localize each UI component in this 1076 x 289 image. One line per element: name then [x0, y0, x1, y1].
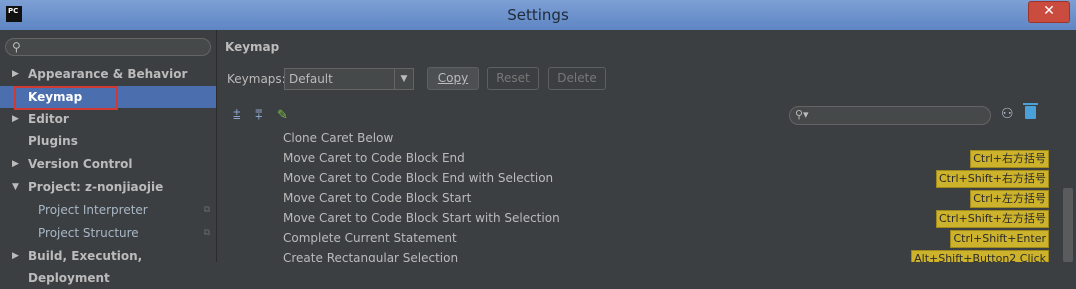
chevron-down-icon: ▼	[394, 69, 413, 89]
expand-all-icon[interactable]: ⩲	[233, 108, 241, 123]
list-item[interactable]: Move Caret to Code Block Start with Sele…	[227, 208, 1051, 228]
reset-button[interactable]: Reset	[487, 67, 539, 90]
shortcut-badge: Alt+Shift+Button2 Click	[911, 250, 1049, 262]
project-scope-icon: ⧉	[203, 228, 210, 238]
shortcut-badge: Ctrl+左方括号	[970, 190, 1049, 208]
sidebar-item-plugins[interactable]: Plugins	[0, 130, 216, 152]
list-item[interactable]: Clone Caret Below	[227, 128, 1051, 148]
keymap-filter-input[interactable]: ⚲▾	[789, 106, 991, 125]
sidebar-item-label: Appearance & Behavior	[28, 67, 188, 81]
find-by-shortcut-icon[interactable]: ⚇	[1001, 106, 1014, 122]
sidebar-item-label: Build, Execution, Deployment	[28, 249, 143, 285]
copy-button-label: Copy	[437, 71, 469, 85]
sidebar-item-build[interactable]: ▶ Build, Execution, Deployment	[0, 245, 216, 285]
trash-icon[interactable]	[1023, 103, 1038, 119]
collapse-arrow-icon: ▼	[12, 182, 19, 192]
close-button[interactable]: ✕	[1028, 1, 1070, 23]
sidebar-item-label: Version Control	[28, 157, 133, 171]
sidebar-item-project[interactable]: ▼ Project: z-nonjiaojie	[0, 176, 216, 198]
list-item[interactable]: Move Caret to Code Block Start Ctrl+左方括号	[227, 188, 1051, 208]
action-list: Clone Caret Below Move Caret to Code Blo…	[227, 128, 1051, 262]
delete-button[interactable]: Delete	[548, 67, 606, 90]
collapse-all-icon[interactable]: ⩱	[255, 108, 263, 123]
keymaps-label: Keymaps:	[227, 72, 286, 86]
selection-highlight-outline	[14, 86, 118, 110]
sidebar-item-label: Plugins	[28, 134, 78, 148]
action-name: Complete Current Statement	[283, 231, 457, 245]
expand-arrow-icon: ▶	[12, 114, 19, 124]
keymap-panel: Keymap Keymaps: Default ▼ Copy Reset Del…	[217, 30, 1076, 262]
search-icon: ⚲	[12, 40, 21, 54]
list-item[interactable]: Move Caret to Code Block End Ctrl+右方括号	[227, 148, 1051, 168]
expand-arrow-icon: ▶	[12, 251, 19, 261]
copy-button[interactable]: Copy	[427, 67, 479, 90]
action-name: Move Caret to Code Block Start with Sele…	[283, 211, 560, 225]
search-icon: ⚲▾	[795, 108, 809, 121]
action-name: Move Caret to Code Block Start	[283, 191, 472, 205]
reset-button-label: Reset	[496, 71, 530, 85]
sidebar-item-project-interpreter[interactable]: Project Interpreter ⧉	[0, 199, 216, 221]
shortcut-badge: Ctrl+右方括号	[970, 150, 1049, 168]
sidebar-item-editor[interactable]: ▶ Editor	[0, 108, 216, 130]
keymap-select[interactable]: Default ▼	[284, 68, 414, 90]
expand-arrow-icon: ▶	[12, 69, 19, 79]
window-title: Settings	[507, 6, 569, 24]
shortcut-badge: Ctrl+Shift+左方括号	[935, 210, 1049, 228]
page-title: Keymap	[225, 40, 280, 54]
sidebar-item-label: Project Interpreter	[38, 203, 148, 217]
expand-arrow-icon: ▶	[12, 159, 19, 169]
sidebar-item-label: Project Structure	[38, 226, 139, 240]
edit-icon[interactable]: ✎	[277, 108, 288, 123]
list-item[interactable]: Move Caret to Code Block End with Select…	[227, 168, 1051, 188]
settings-search-input[interactable]: ⚲	[5, 38, 211, 56]
action-name: Move Caret to Code Block End	[283, 151, 465, 165]
action-name: Create Rectangular Selection	[283, 251, 459, 262]
action-name: Clone Caret Below	[283, 131, 394, 145]
delete-button-label: Delete	[557, 71, 597, 85]
title-bar: PC Settings ✕	[0, 0, 1076, 30]
project-scope-icon: ⧉	[203, 205, 210, 215]
sidebar-item-version-control[interactable]: ▶ Version Control	[0, 153, 216, 175]
keymap-select-value: Default	[289, 72, 333, 86]
scrollbar[interactable]	[1063, 188, 1073, 262]
sidebar-item-appearance[interactable]: ▶ Appearance & Behavior	[0, 63, 216, 85]
shortcut-badge: Ctrl+Shift+Enter	[950, 230, 1049, 248]
settings-sidebar: ⚲ ▶ Appearance & Behavior Keymap ▶ Edito…	[0, 30, 217, 285]
list-item[interactable]: Create Rectangular Selection Alt+Shift+B…	[227, 248, 1051, 262]
sidebar-item-label: Editor	[28, 112, 69, 126]
action-name: Move Caret to Code Block End with Select…	[283, 171, 554, 185]
shortcut-badge: Ctrl+Shift+右方括号	[935, 170, 1049, 188]
list-item[interactable]: Complete Current Statement Ctrl+Shift+En…	[227, 228, 1051, 248]
sidebar-item-label: Project: z-nonjiaojie	[28, 180, 164, 194]
sidebar-item-project-structure[interactable]: Project Structure ⧉	[0, 222, 216, 244]
